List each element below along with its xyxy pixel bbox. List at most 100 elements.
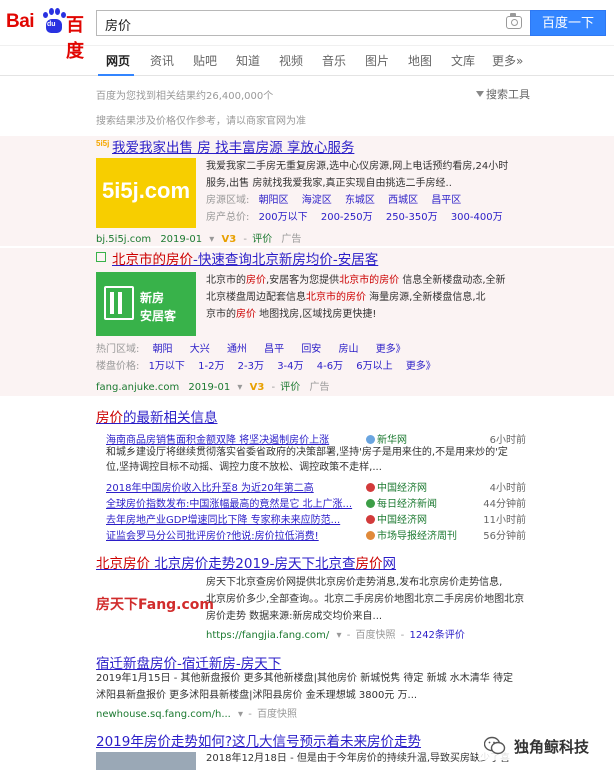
tab-tieba[interactable]: 贴吧 [193,52,217,69]
tab-images[interactable]: 图片 [365,52,389,69]
result-date: 2019-01 [188,382,231,393]
tab-wenku[interactable]: 文库 [451,52,475,69]
result-url-line: fang.anjuke.com 2019-01 ▾ V3 - 评价 广告 [96,382,330,393]
price-notice: 搜索结果涉及价格仅作参考，请以商家官网为准 [96,116,306,127]
tab-map[interactable]: 地图 [408,52,432,69]
price-range-link[interactable]: 3-4万 [277,361,303,372]
more-link[interactable]: 更多》 [406,361,436,372]
area-link[interactable]: 东城区 [345,195,375,206]
news-link[interactable]: 证监会罗马分公司批评房价?他说:房价拉低消费! [106,531,319,542]
news-item: 证监会罗马分公司批评房价?他说:房价拉低消费! 市场导报经济周刊 56分钟前 [106,527,526,542]
active-tab-indicator [98,74,134,76]
news-link[interactable]: 去年房地产业GDP增速同比下降 专家称未来应防范... [106,515,340,526]
news-block-title[interactable]: 房价的最新相关信息 [96,406,218,426]
camera-icon[interactable] [506,13,522,29]
news-item: 去年房地产业GDP增速同比下降 专家称未来应防范... 中国经济网 11小时前 [106,511,526,526]
result-desc-2: 服务,出售 房就找我爱我家,真正实现自由挑选二手房经.. [206,178,452,189]
thumbnail-text: 安居客 [140,309,177,323]
baidu-logo[interactable]: Bai du 百度 [6,8,94,62]
tab-web[interactable]: 网页 [106,52,130,69]
tab-news[interactable]: 资讯 [150,52,174,69]
result-url[interactable]: https://fangjia.fang.com/ [206,630,329,641]
source-icon [366,515,375,524]
result-title[interactable]: 我爱我家出售 房 找丰富房源 享放心服务 [112,136,354,156]
hot-area-link[interactable]: 通州 [227,344,247,355]
search-input[interactable]: 房价 [96,10,530,36]
hot-area-link[interactable]: 朝阳 [153,344,173,355]
result-title[interactable]: 宿迁新盘房价-宿迁新房-房天下 [96,652,281,672]
news-time: 11小时前 [483,515,526,526]
dropdown-icon[interactable]: ▾ [336,630,341,641]
more-link[interactable]: 更多》 [376,344,406,355]
result-desc-3: 京市的房价 地图找房,区域找房更快捷! [206,309,377,320]
comment-link[interactable]: 评价 [252,234,272,245]
result-title[interactable]: 北京市的房价-快速查询北京新房均价-安居客 [112,248,378,268]
tab-video[interactable]: 视频 [279,52,303,69]
news-link[interactable]: 2018年中国房价收入比升至8 为近20年第二高 [106,483,314,494]
area-link[interactable]: 海淀区 [302,195,332,206]
tab-music[interactable]: 音乐 [322,52,346,69]
search-tabs: 网页 资讯 贴吧 知道 视频 音乐 图片 地图 文库 更多» [0,46,614,76]
search-tools[interactable]: 搜索工具 [476,86,530,102]
result-url-line: https://fangjia.fang.com/ ▾ - 百度快照 - 124… [206,630,465,641]
tab-more[interactable]: 更多» [492,52,523,69]
result-date: 2019-01 [160,234,203,245]
hot-area-link[interactable]: 房山 [339,344,359,355]
dropdown-icon[interactable]: ▾ [237,382,242,393]
area-links: 房源区域: 朝阳区 海淀区 东城区 西城区 昌平区 [206,195,462,206]
price-range-link[interactable]: 4-6万 [317,361,343,372]
hot-area-link[interactable]: 回安 [301,344,321,355]
hot-area-link[interactable]: 昌平 [264,344,284,355]
result-desc-1: 我爱我家二手房无重复房源,选中心仪房源,网上电话预约看房,24小时 [206,161,509,172]
logo-text-du: du [47,21,56,28]
reviews-link[interactable]: 1242条评价 [409,630,464,641]
result-url[interactable]: fang.anjuke.com [96,382,179,393]
price-range-link[interactable]: 6万以上 [356,361,392,372]
ad-label: 广告 [309,382,330,393]
area-link[interactable]: 西城区 [388,195,418,206]
result-desc-2: 北京楼盘周边配套信息北京市的房价 海量房源,全新楼盘信息,北 [206,292,486,303]
result-title[interactable]: 2019年房价走势如何?这几大信号预示着未来房价走势 [96,730,421,750]
5i5j-thumbnail[interactable]: 5i5j.com [96,158,196,228]
source-icon [366,499,375,508]
dropdown-icon[interactable]: ▾ [209,234,214,245]
result-desc-2: 沭阳县新盘报价 更多沭阳县新楼盘|沭阳县房价 金禾理想城 3800元 万... [96,690,418,701]
hot-area-link[interactable]: 大兴 [190,344,210,355]
price-link[interactable]: 250-350万 [386,212,438,223]
result-url-line: newhouse.sq.fang.com/h... ▾ - 百度快照 [96,709,298,720]
cache-link[interactable]: 百度快照 [257,709,297,720]
result-url[interactable]: bj.5i5j.com [96,234,151,245]
anjuke-badge-icon [96,252,106,262]
price-range-link[interactable]: 1-2万 [198,361,224,372]
anjuke-thumbnail[interactable]: 新房 安居客 [96,272,196,336]
organic-result-fangjia: 北京房价 北京房价走势2019-房天下北京查房价网 房天下Fang.com 房天… [0,552,614,644]
result-desc-1: 北京市的房价,安居客为您提供北京市的房价 信息全新楼盘动态,全新 [206,275,506,286]
tab-zhidao[interactable]: 知道 [236,52,260,69]
5i5j-badge-icon: 5i5j [96,139,110,148]
area-link[interactable]: 朝阳区 [259,195,289,206]
result-title[interactable]: 北京房价 北京房价走势2019-房天下北京查房价网 [96,552,396,572]
area-link[interactable]: 昌平区 [431,195,461,206]
price-range-link[interactable]: 2-3万 [238,361,264,372]
news-time: 44分钟前 [483,499,526,510]
search-header: Bai du 百度 房价 百度一下 [0,0,614,62]
news-link[interactable]: 全球房价指数发布:中国涨幅最高的竟然是它 北上广涨... [106,499,352,510]
result-desc-3: 房价走势 数据来源:新房成交均价来自... [206,611,383,622]
cache-link[interactable]: 百度快照 [355,630,395,641]
price-link[interactable]: 300-400万 [451,212,503,223]
search-query-text: 房价 [105,19,132,34]
price-link[interactable]: 200-250万 [321,212,373,223]
dropdown-icon[interactable]: ▾ [238,709,243,720]
price-range-link[interactable]: 1万以下 [149,361,185,372]
search-tools-label: 搜索工具 [486,88,530,101]
comment-link[interactable]: 评价 [280,382,300,393]
v3-badge[interactable]: V3 [250,382,265,393]
price-link[interactable]: 200万以下 [259,212,308,223]
fang-thumbnail[interactable]: 房天下Fang.com [96,578,214,628]
search-button[interactable]: 百度一下 [530,10,606,36]
news-source: 中国经济网 [377,483,427,494]
v3-badge[interactable]: V3 [222,234,237,245]
wechat-watermark: 独角鲸科技 [478,732,604,760]
result-thumbnail[interactable] [96,752,196,770]
result-url[interactable]: newhouse.sq.fang.com/h... [96,709,231,720]
